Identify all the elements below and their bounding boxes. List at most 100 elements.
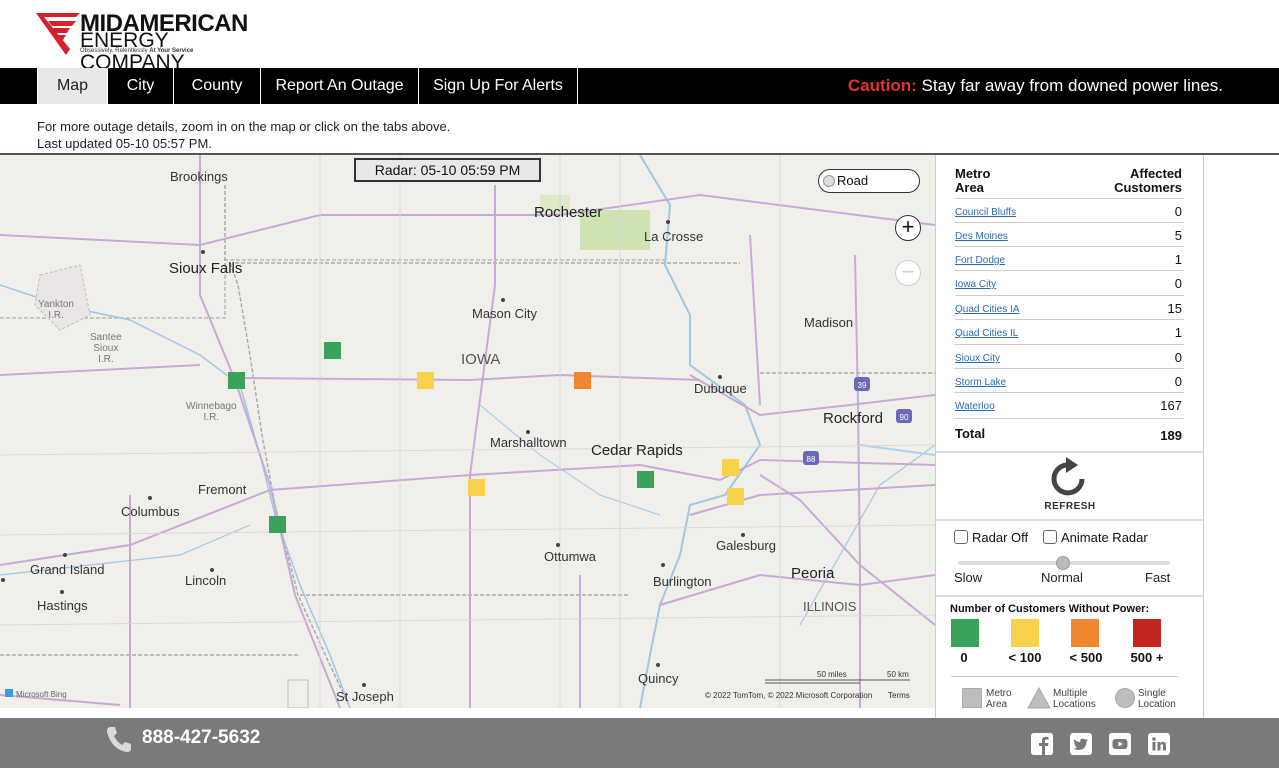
highway-shield-39: 39 [854, 377, 870, 391]
facebook-icon[interactable] [1031, 733, 1053, 755]
map-label-quincy: Quincy [638, 671, 679, 686]
table-row: Iowa City 0 [955, 270, 1184, 294]
svg-text:39: 39 [858, 381, 867, 390]
map-label-fremont: Fremont [198, 482, 247, 497]
metro-link-quad-cities-il[interactable]: Quad Cities IL [955, 328, 1018, 339]
legend-swatch-yellow [1011, 619, 1039, 647]
affected-count: 1 [1174, 325, 1182, 340]
speed-normal-label: Normal [1041, 570, 1083, 585]
affected-count: 167 [1160, 398, 1182, 413]
total-value: 189 [1160, 428, 1182, 443]
outage-marker[interactable] [228, 372, 245, 389]
map-label-lincoln: Lincoln [185, 573, 227, 588]
logo-mark-icon [36, 13, 80, 55]
zoom-in-button[interactable]: + [895, 215, 921, 241]
map-terms-link[interactable]: Terms [888, 691, 910, 700]
legend-label: 500 + [1130, 650, 1164, 665]
map-label-mason-city: Mason City [472, 306, 538, 321]
affected-count: 0 [1174, 204, 1182, 219]
map-label-ottumwa: Ottumwa [544, 549, 597, 564]
legend-swatch-orange [1071, 619, 1099, 647]
col-affected-customers: Affected Customers [1114, 166, 1182, 195]
refresh-button[interactable]: REFRESH [1030, 457, 1110, 515]
outage-map[interactable]: 39 90 88 Brookings Rochester La Crosse S… [0, 155, 935, 708]
tab-county[interactable]: County [174, 68, 261, 104]
outage-panel: Metro Area Affected Customers Council Bl… [935, 155, 1204, 718]
radar-off-checkbox[interactable]: Radar Off [954, 530, 1028, 545]
outage-marker[interactable] [269, 516, 286, 533]
caution-word: Caution: [847, 76, 917, 95]
total-row: Total 189 [955, 418, 1184, 443]
affected-count: 1 [1174, 252, 1182, 267]
twitter-icon[interactable] [1070, 733, 1092, 755]
animate-radar-label: Animate Radar [1061, 530, 1148, 545]
tab-map[interactable]: Map [37, 68, 108, 104]
plus-icon: + [901, 214, 915, 239]
outage-marker[interactable] [637, 471, 654, 488]
map-label-cedar-rapids: Cedar Rapids [591, 442, 683, 459]
outage-marker[interactable] [722, 459, 739, 476]
youtube-icon[interactable] [1109, 733, 1131, 755]
legend-swatch-red [1133, 619, 1161, 647]
table-row: Waterloo 167 [955, 392, 1184, 416]
radar-off-label: Radar Off [972, 530, 1029, 545]
metro-link-sioux-city[interactable]: Sioux City [955, 353, 1000, 364]
checkbox-box[interactable] [954, 530, 968, 544]
outage-info: For more outage details, zoom in on the … [37, 118, 450, 152]
info-instructions: For more outage details, zoom in on the … [37, 119, 451, 134]
map-label-iowa: IOWA [461, 351, 501, 368]
highway-shield-88: 88 [803, 451, 819, 465]
metro-link-waterloo[interactable]: Waterloo [955, 401, 995, 412]
outage-marker[interactable] [324, 342, 341, 359]
tab-report-outage[interactable]: Report An Outage [261, 68, 419, 104]
zoom-out-button[interactable]: − [895, 260, 921, 286]
outage-marker[interactable] [468, 479, 485, 496]
outage-marker[interactable] [574, 372, 591, 389]
refresh-label: REFRESH [1044, 501, 1096, 512]
total-label: Total [955, 426, 986, 441]
metro-link-council-bluffs[interactable]: Council Bluffs [955, 207, 1016, 218]
speed-slider-thumb[interactable] [1056, 556, 1070, 570]
metro-link-storm-lake[interactable]: Storm Lake [955, 377, 1006, 388]
midamerican-logo[interactable]: MIDAMERICAN ENERGY COMPANY Obsessively, … [36, 12, 276, 74]
checkbox-box[interactable] [1043, 530, 1057, 544]
tab-sign-up-alerts[interactable]: Sign Up For Alerts [419, 68, 578, 104]
map-label-columbus: Columbus [121, 504, 180, 519]
map-label-la-crosse: La Crosse [644, 229, 704, 244]
map-label-hastings: Hastings [37, 598, 88, 613]
metro-area-shape-icon [962, 688, 982, 708]
single-location-circle-icon [1115, 688, 1135, 708]
minus-icon: − [901, 259, 915, 284]
metro-link-iowa-city[interactable]: Iowa City [955, 279, 996, 290]
map-style-label: Road [837, 173, 869, 188]
table-row: Sioux City 0 [955, 344, 1184, 368]
site-footer: 888-427-5632 [0, 718, 1279, 768]
map-style-icon [823, 175, 835, 187]
scale-km: 50 km [887, 670, 909, 679]
map-copyright: © 2022 TomTom, © 2022 Microsoft Corporat… [705, 691, 873, 700]
phone-number[interactable]: 888-427-5632 [142, 727, 260, 749]
animate-radar-checkbox[interactable]: Animate Radar [1043, 530, 1148, 545]
metro-link-quad-cities-ia[interactable]: Quad Cities IA [955, 304, 1019, 315]
map-style-button[interactable]: Road [818, 169, 920, 193]
svg-text:88: 88 [807, 455, 816, 464]
legend-divider [951, 676, 1178, 677]
metro-link-fort-dodge[interactable]: Fort Dodge [955, 255, 1005, 266]
affected-count: 15 [1167, 301, 1182, 316]
outage-marker[interactable] [727, 488, 744, 505]
linkedin-icon[interactable] [1148, 733, 1170, 755]
last-updated: Last updated 05-10 05:57 PM. [37, 136, 212, 151]
legend-title: Number of Customers Without Power: [950, 603, 1150, 615]
outage-marker[interactable] [417, 372, 434, 389]
map-label-burlington: Burlington [653, 574, 712, 589]
legend-swatch-green [951, 619, 979, 647]
tab-city[interactable]: City [108, 68, 174, 104]
metro-link-des-moines[interactable]: Des Moines [955, 231, 1008, 242]
legend-label: 0 [960, 650, 968, 665]
shape-multiple-label: Multiple Locations [1053, 688, 1096, 710]
multiple-locations-triangle-icon [1027, 687, 1051, 709]
map-label-dubuque: Dubuque [694, 381, 747, 396]
map-label-madison: Madison [804, 315, 854, 330]
map-base-layer: 39 90 88 [0, 155, 935, 708]
map-label-rockford: Rockford [823, 410, 884, 427]
